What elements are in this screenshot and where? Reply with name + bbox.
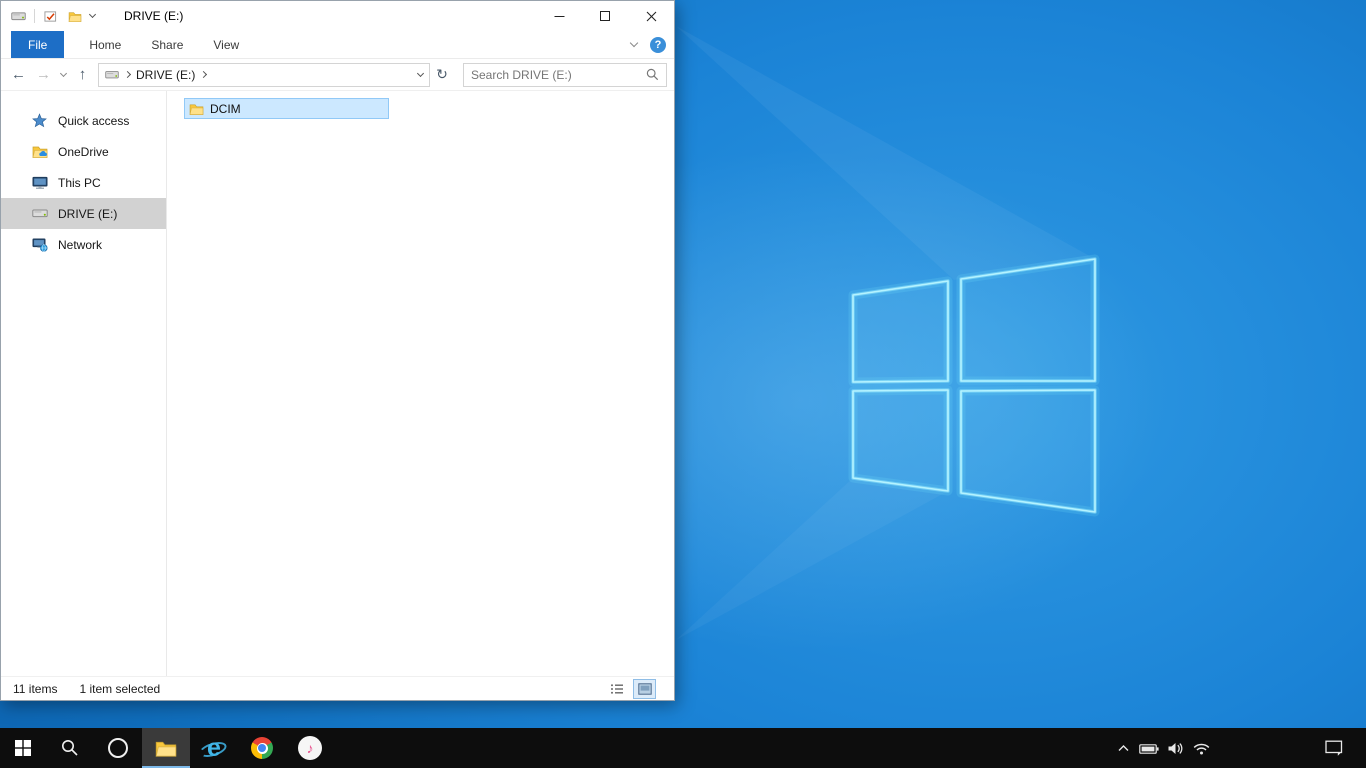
cortana-button[interactable] (94, 728, 142, 768)
windows-logo-icon (15, 740, 31, 756)
action-center-icon (1325, 740, 1343, 756)
hidden-icons-button[interactable] (1110, 728, 1136, 768)
window-controls (536, 1, 674, 31)
quick-access-toolbar (1, 8, 97, 25)
internet-explorer-button[interactable]: e (190, 728, 238, 768)
taskbar: e ♪ (0, 728, 1366, 768)
tab-view[interactable]: View (198, 31, 254, 58)
action-center-button[interactable] (1314, 728, 1354, 768)
sidebar-item-label: OneDrive (58, 144, 109, 159)
computer-icon (31, 174, 48, 191)
qat-properties-icon[interactable] (42, 8, 59, 25)
address-history-chevron-icon[interactable] (416, 69, 425, 77)
file-explorer-icon (155, 741, 177, 757)
status-bar: 11 items 1 item selected (1, 676, 674, 700)
titlebar[interactable]: DRIVE (E:) (1, 1, 674, 31)
help-icon[interactable]: ? (650, 36, 666, 53)
internet-explorer-icon: e (201, 734, 227, 762)
items-count: 11 items (13, 681, 58, 696)
network-icon (31, 236, 48, 253)
expand-ribbon-chevron-icon[interactable] (629, 38, 639, 48)
tab-file[interactable]: File (11, 31, 65, 58)
navigation-pane: Quick access OneDrive This PC DRIVE (E:)… (1, 91, 167, 676)
maximize-button[interactable] (582, 1, 628, 31)
window-drive-icon (10, 8, 27, 25)
address-bar[interactable]: DRIVE (E:) (98, 62, 430, 87)
sidebar-item-network[interactable]: Network (1, 229, 166, 260)
sidebar-item-drive-e[interactable]: DRIVE (E:) (1, 198, 166, 229)
breadcrumb-chevron-icon[interactable] (123, 70, 132, 79)
volume-button[interactable] (1162, 728, 1188, 768)
chevron-up-icon (1118, 745, 1128, 751)
sidebar-item-label: This PC (58, 175, 101, 190)
up-button[interactable]: ↑ (70, 67, 95, 82)
view-toggles (605, 678, 656, 699)
cortana-icon (108, 738, 128, 758)
file-list[interactable]: DCIM (167, 91, 674, 676)
file-item-dcim[interactable]: DCIM (184, 98, 389, 119)
minimize-button[interactable] (536, 1, 582, 31)
search-input[interactable] (464, 67, 646, 82)
sidebar-item-onedrive[interactable]: OneDrive (1, 136, 166, 167)
chrome-button[interactable] (238, 728, 286, 768)
system-tray (1110, 728, 1366, 768)
wifi-icon (1193, 743, 1209, 754)
forward-button: → (36, 66, 51, 83)
qat-customize-chevron-icon[interactable] (88, 10, 97, 19)
star-icon (31, 112, 48, 129)
search-box (463, 62, 667, 87)
drive-icon (31, 205, 48, 222)
search-icon (62, 740, 78, 756)
back-button[interactable]: ← (6, 67, 31, 82)
breadcrumb-chevron-icon[interactable] (200, 70, 208, 79)
refresh-button[interactable]: ↻ (430, 66, 454, 83)
desktop[interactable]: DRIVE (E:) File Home Share View ? ← → ↑ … (0, 0, 1366, 768)
folder-icon (189, 100, 204, 117)
onedrive-folder-icon (31, 143, 48, 160)
address-drive-icon (105, 66, 119, 83)
file-item-label: DCIM (210, 101, 241, 116)
sidebar-item-quick-access[interactable]: Quick access (1, 105, 166, 136)
itunes-icon: ♪ (298, 736, 322, 760)
details-view-button[interactable] (605, 679, 628, 699)
battery-button[interactable] (1136, 728, 1162, 768)
tab-home[interactable]: Home (74, 31, 136, 58)
sidebar-item-label: DRIVE (E:) (58, 206, 118, 221)
tab-share[interactable]: Share (136, 31, 198, 58)
qat-separator (34, 9, 35, 23)
taskbar-search-button[interactable] (46, 728, 94, 768)
speaker-icon (1168, 742, 1182, 754)
taskbar-file-explorer-button[interactable] (142, 728, 190, 768)
battery-icon (1139, 743, 1159, 754)
start-button[interactable] (0, 728, 46, 768)
selected-count: 1 item selected (79, 681, 161, 696)
recent-locations-chevron-icon[interactable] (56, 69, 70, 77)
sidebar-item-this-pc[interactable]: This PC (1, 167, 166, 198)
file-explorer-window: DRIVE (E:) File Home Share View ? ← → ↑ … (0, 0, 675, 701)
window-title: DRIVE (E:) (124, 9, 184, 23)
chrome-icon (251, 737, 273, 759)
close-button[interactable] (628, 1, 674, 31)
sidebar-item-label: Quick access (58, 113, 130, 128)
large-icons-view-button[interactable] (633, 678, 656, 699)
sidebar-item-label: Network (58, 237, 103, 252)
itunes-button[interactable]: ♪ (286, 728, 334, 768)
qat-new-folder-icon[interactable] (66, 8, 83, 25)
breadcrumb-drive[interactable]: DRIVE (E:) (136, 68, 195, 82)
search-icon[interactable] (646, 68, 659, 81)
navigation-bar: ← → ↑ DRIVE (E:) ↻ (1, 59, 674, 91)
network-wifi-button[interactable] (1188, 728, 1214, 768)
ribbon-tab-strip: File Home Share View ? (1, 31, 674, 59)
